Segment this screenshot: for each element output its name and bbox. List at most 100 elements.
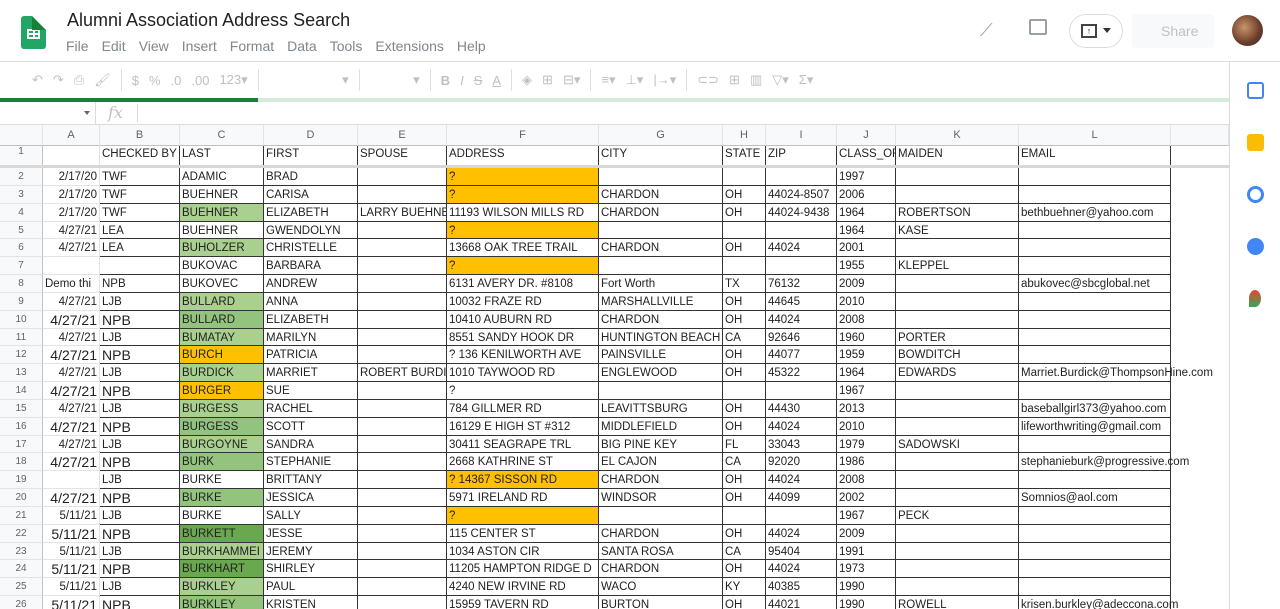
cell-G26[interactable]: BURTON [599, 596, 723, 609]
cell-H10[interactable]: OH [723, 310, 766, 329]
cell-I20[interactable]: 44099 [766, 489, 837, 507]
cell-F10[interactable]: 10410 AUBURN RD [447, 310, 599, 329]
cell-H13[interactable]: OH [723, 364, 766, 383]
cell-C21[interactable]: BURKE [180, 506, 264, 525]
cell-L5[interactable] [1019, 221, 1171, 240]
cell-F25[interactable]: 4240 NEW IRVINE RD [447, 578, 599, 597]
cell-K5[interactable]: KASE [896, 221, 1019, 240]
cell-B12[interactable]: NPB [100, 346, 180, 365]
cell-I6[interactable]: 44024 [766, 239, 837, 258]
cell-G14[interactable] [599, 382, 723, 400]
cell-E26[interactable] [358, 596, 447, 609]
cell-C10[interactable]: BULLARD [180, 310, 264, 329]
cell-E9[interactable] [358, 292, 447, 311]
number-format-dropdown[interactable]: 123▾ [219, 72, 247, 88]
cell-E19[interactable] [358, 471, 447, 490]
cell-H14[interactable] [723, 382, 766, 400]
column-header-L[interactable]: L [1019, 125, 1171, 146]
cell-I3[interactable]: 44024-8507 [766, 185, 837, 204]
cell-L4[interactable]: bethbuehner@yahoo.com [1019, 203, 1171, 222]
column-header-D[interactable]: D [264, 125, 358, 146]
cell-L13[interactable]: Marriet.Burdick@ThompsonHine.com [1019, 364, 1213, 383]
cell-J14[interactable]: 1967 [837, 382, 896, 400]
maps-icon[interactable] [1249, 290, 1261, 307]
menu-tools[interactable]: Tools [330, 38, 363, 54]
cell-F21[interactable]: ? [447, 506, 599, 525]
cell-B21[interactable]: LJB [100, 506, 180, 525]
cell-A24[interactable]: 5/11/21 [43, 560, 100, 579]
cell-E24[interactable] [358, 560, 447, 579]
column-header-C[interactable]: C [180, 125, 264, 146]
row-header[interactable]: 7 [0, 257, 43, 276]
cell-F18[interactable]: 2668 KATHRINE ST [447, 453, 599, 472]
row-header[interactable]: 21 [0, 506, 43, 525]
column-header-B[interactable]: B [100, 125, 180, 146]
cell-H11[interactable]: CA [723, 328, 766, 347]
cell-H21[interactable] [723, 506, 766, 525]
font-size-dropdown[interactable]: ▾ [370, 72, 420, 88]
row-header[interactable]: 8 [0, 275, 43, 293]
cell-F5[interactable]: ? [447, 221, 599, 240]
link-icon[interactable]: ⊂⊃ [697, 72, 719, 88]
cell-C15[interactable]: BURGESS [180, 399, 264, 418]
header-cell-J[interactable]: CLASS_OF [837, 146, 896, 166]
row-header[interactable]: 26 [0, 596, 43, 609]
cell-J9[interactable]: 2010 [837, 292, 896, 311]
cell-F20[interactable]: 5971 IRELAND RD [447, 489, 599, 507]
cell-H12[interactable]: OH [723, 346, 766, 365]
cell-J11[interactable]: 1960 [837, 328, 896, 347]
contacts-icon[interactable] [1247, 238, 1264, 255]
row-header[interactable]: 24 [0, 560, 43, 579]
cell-J19[interactable]: 2008 [837, 471, 896, 490]
cell-D10[interactable]: ELIZABETH [264, 310, 358, 329]
row-header[interactable]: 15 [0, 399, 43, 418]
cell-L23[interactable] [1019, 542, 1171, 561]
cell-A20[interactable]: 4/27/21 [43, 489, 100, 507]
borders-icon[interactable]: ⊞ [542, 72, 553, 88]
cell-C17[interactable]: BURGOYNE [180, 435, 264, 454]
cell-G2[interactable] [599, 168, 723, 186]
cell-J26[interactable]: 1990 [837, 596, 896, 609]
cell-H17[interactable]: FL [723, 435, 766, 454]
cell-F19[interactable]: ? 14367 SISSON RD [447, 471, 599, 490]
row-header[interactable]: 14 [0, 382, 43, 400]
menu-data[interactable]: Data [287, 38, 317, 54]
cell-G4[interactable]: CHARDON [599, 203, 723, 222]
cell-A16[interactable]: 4/27/21 [43, 417, 100, 436]
cell-D8[interactable]: ANDREW [264, 275, 358, 293]
cell-J22[interactable]: 2009 [837, 524, 896, 543]
percent-button[interactable]: % [149, 73, 161, 88]
cell-E12[interactable] [358, 346, 447, 365]
cell-B4[interactable]: TWF [100, 203, 180, 222]
cell-E14[interactable] [358, 382, 447, 400]
cell-E3[interactable] [358, 185, 447, 204]
cell-K11[interactable]: PORTER [896, 328, 1019, 347]
cell-E2[interactable] [358, 168, 447, 186]
cell-D13[interactable]: MARRIET [264, 364, 358, 383]
cell-B11[interactable]: LJB [100, 328, 180, 347]
header-cell-E[interactable]: SPOUSE [358, 146, 447, 166]
cell-D5[interactable]: GWENDOLYN [264, 221, 358, 240]
cell-D2[interactable]: BRAD [264, 168, 358, 186]
row-header[interactable]: 18 [0, 453, 43, 472]
cell-D16[interactable]: SCOTT [264, 417, 358, 436]
cell-G23[interactable]: SANTA ROSA [599, 542, 723, 561]
font-dropdown[interactable]: ▾ [269, 72, 349, 88]
cell-A23[interactable]: 5/11/21 [43, 542, 100, 561]
cell-I7[interactable] [766, 257, 837, 276]
filter-icon[interactable]: ▽▾ [772, 72, 789, 88]
cell-A19[interactable] [43, 471, 100, 490]
cell-K24[interactable] [896, 560, 1019, 579]
cell-L6[interactable] [1019, 239, 1171, 258]
cell-A3[interactable]: 2/17/20 [43, 185, 100, 204]
italic-icon[interactable]: I [460, 73, 464, 88]
cell-K17[interactable]: SADOWSKI [896, 435, 1019, 454]
cell-G16[interactable]: MIDDLEFIELD [599, 417, 723, 436]
decrease-decimal-button[interactable]: .0 [171, 73, 182, 88]
cell-B10[interactable]: NPB [100, 310, 180, 329]
cell-A25[interactable]: 5/11/21 [43, 578, 100, 597]
cell-L11[interactable] [1019, 328, 1171, 347]
row-header[interactable]: 4 [0, 203, 43, 222]
cell-C3[interactable]: BUEHNER [180, 185, 264, 204]
cell-J15[interactable]: 2013 [837, 399, 896, 418]
